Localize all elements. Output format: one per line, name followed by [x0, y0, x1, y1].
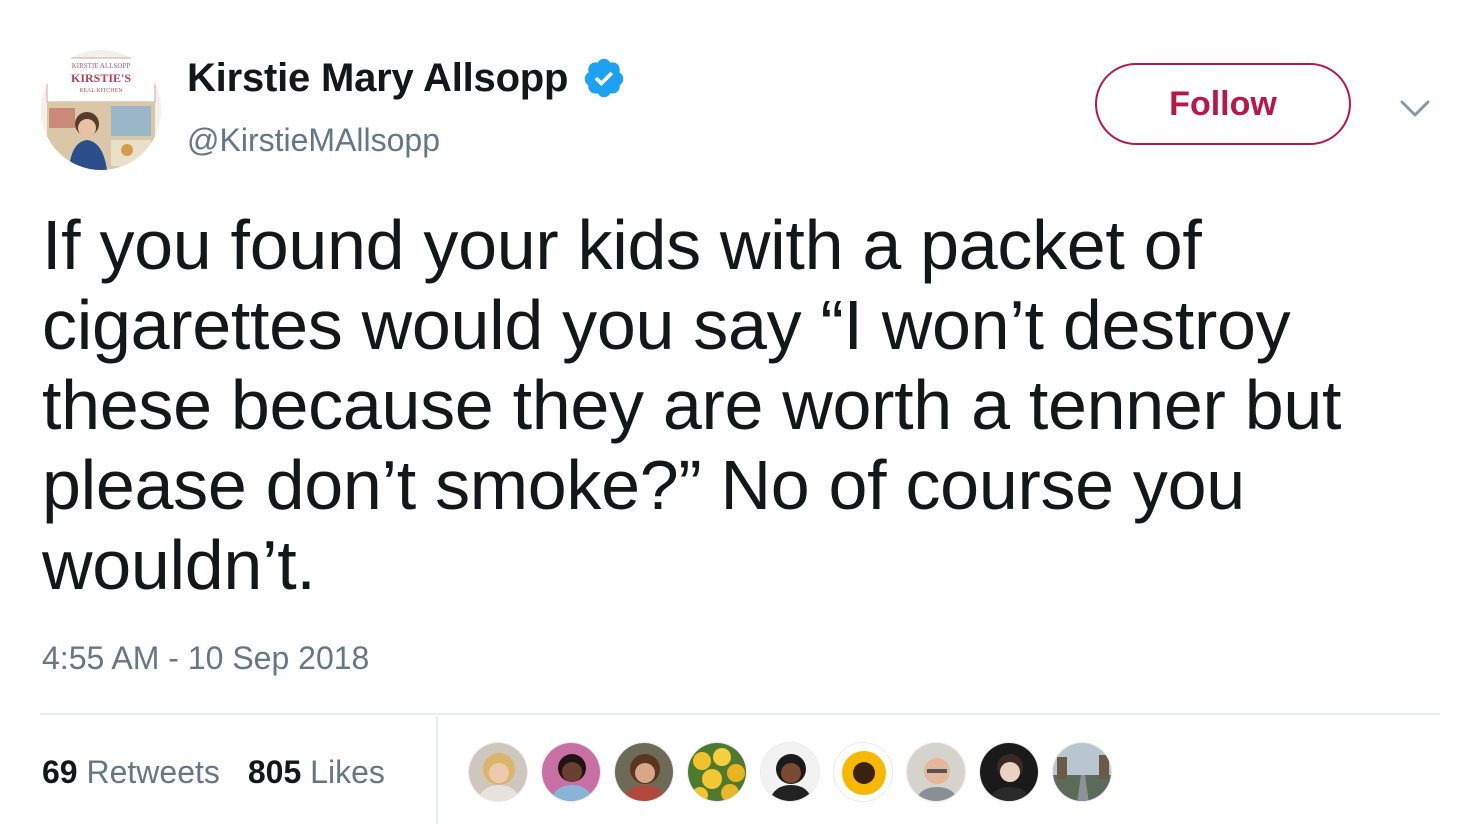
avatar-street-scene-icon	[1053, 743, 1111, 801]
author-handle[interactable]: @KirstieMAllsopp	[187, 120, 440, 160]
liker-avatar-6[interactable]	[833, 742, 893, 802]
tweet-text: If you found your kids with a packet of …	[42, 206, 1342, 604]
avatar-title-text: KIRSTIE'S	[71, 71, 131, 85]
liker-avatar-2[interactable]	[541, 742, 601, 802]
liker-avatar-9[interactable]	[1052, 742, 1112, 802]
avatar-sunflower-icon	[834, 743, 892, 801]
retweets-stat[interactable]: 69 Retweets	[42, 752, 220, 792]
avatar-blonde-woman-icon	[469, 743, 527, 801]
avatar-young-man-icon	[980, 743, 1038, 801]
avatar-older-man-icon	[907, 743, 965, 801]
retweets-label: Retweets	[86, 754, 220, 790]
avatar-woman-brown-hair-icon	[615, 743, 673, 801]
stats-divider	[436, 716, 438, 824]
follow-button[interactable]: Follow	[1095, 63, 1351, 145]
tweet-card: KIRSTIE ALLSOPP KIRSTIE'S REAL KITCHEN K…	[0, 0, 1479, 824]
likes-label: Likes	[310, 754, 385, 790]
avatar-sub-text: REAL KITCHEN	[79, 88, 123, 94]
tweet-timestamp[interactable]: 4:55 AM - 10 Sep 2018	[42, 638, 369, 678]
retweets-count: 69	[42, 754, 78, 790]
avatar-woman-dark-hair-icon	[761, 743, 819, 801]
verified-badge-icon	[582, 56, 626, 100]
divider	[40, 713, 1440, 715]
avatar-book-cover-icon: KIRSTIE ALLSOPP KIRSTIE'S REAL KITCHEN	[41, 50, 161, 170]
chevron-down-icon[interactable]	[1398, 96, 1432, 120]
author-avatar[interactable]: KIRSTIE ALLSOPP KIRSTIE'S REAL KITCHEN	[41, 50, 161, 170]
avatar-dark-woman-icon	[542, 743, 600, 801]
likers-list	[468, 742, 1112, 802]
author-display-name[interactable]: Kirstie Mary Allsopp	[187, 54, 626, 102]
liker-avatar-8[interactable]	[979, 742, 1039, 802]
liker-avatar-5[interactable]	[760, 742, 820, 802]
likes-stat[interactable]: 805 Likes	[248, 752, 385, 792]
tweet-stats: 69 Retweets 805 Likes	[42, 752, 385, 792]
display-name-text: Kirstie Mary Allsopp	[187, 56, 569, 100]
liker-avatar-3[interactable]	[614, 742, 674, 802]
liker-avatar-7[interactable]	[906, 742, 966, 802]
avatar-yellow-flowers-icon	[688, 743, 746, 801]
liker-avatar-1[interactable]	[468, 742, 528, 802]
avatar-top-text: KIRSTIE ALLSOPP	[72, 62, 131, 70]
liker-avatar-4[interactable]	[687, 742, 747, 802]
likes-count: 805	[247, 754, 302, 790]
